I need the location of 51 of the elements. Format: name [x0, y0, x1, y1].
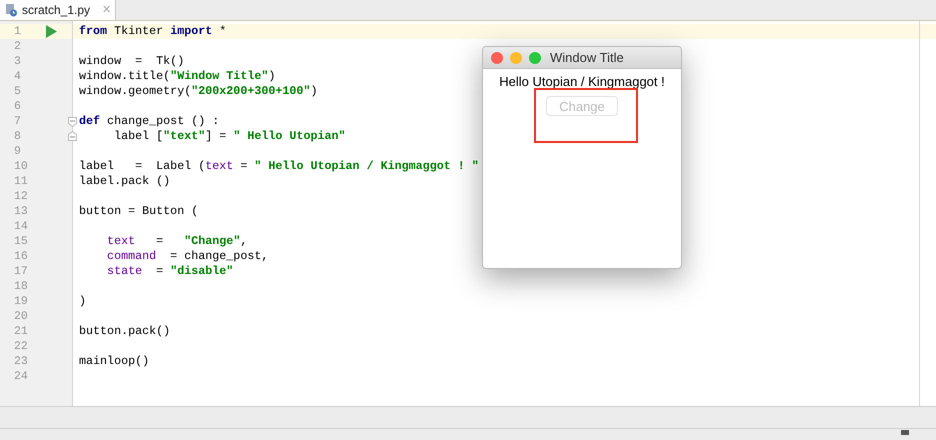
line-number: 1: [14, 24, 21, 40]
line-number: 16: [14, 248, 28, 265]
line-number: 13: [14, 204, 28, 220]
line-number: 8: [14, 128, 21, 145]
code-line: label = Label (text = " Hello Utopian / Kingmaggot ! ": [79, 159, 479, 174]
file-tab[interactable]: scratch_1.py ✕: [0, 0, 116, 20]
code-line: command = change_post,: [106, 249, 268, 264]
line-number: 11: [14, 174, 28, 190]
window-title: Window Title: [550, 48, 624, 67]
code-line: button = Button (: [79, 204, 198, 219]
code-line: ): [79, 294, 86, 309]
fold-icon[interactable]: [68, 117, 77, 127]
line-number: 22: [14, 338, 28, 355]
code-line: state = "disable": [106, 264, 234, 279]
zoom-button[interactable]: [529, 52, 541, 64]
hello-label: Hello Utopian / Kingmaggot !: [499, 73, 665, 91]
line-number: 20: [14, 308, 28, 325]
line-number: 23: [14, 354, 28, 370]
tab-label: scratch_1.py: [22, 2, 90, 19]
line-number: 3: [14, 54, 21, 70]
line-number: 7: [14, 114, 21, 130]
code-line: button.pack(): [79, 324, 170, 339]
fold-icon[interactable]: [68, 131, 77, 141]
line-number: 17: [14, 264, 28, 280]
run-icon[interactable]: [45, 25, 57, 38]
python-file-icon: [4, 3, 18, 17]
line-number: 18: [14, 278, 28, 295]
line-number: 14: [14, 218, 28, 235]
line-number: 19: [14, 294, 28, 310]
status-bar-icon[interactable]: [900, 429, 910, 435]
code-line: label.pack (): [79, 174, 170, 189]
close-button[interactable]: [491, 52, 503, 64]
close-icon[interactable]: ✕: [102, 2, 111, 18]
line-number: 5: [14, 84, 21, 100]
line-number: 6: [14, 98, 21, 115]
code-line: window = Tk(): [79, 54, 184, 69]
line-number: 4: [14, 68, 21, 85]
code-line: label ["text"] = " Hello Utopian": [113, 129, 346, 144]
code-line: from Tkinter import *: [79, 24, 226, 39]
code-line: window.title("Window Title"): [79, 69, 276, 84]
line-number: 24: [14, 368, 28, 385]
line-number: 15: [14, 234, 28, 250]
code-line: text = "Change",: [106, 234, 248, 249]
code-line: mainloop(): [79, 354, 150, 369]
line-number: 21: [14, 324, 28, 340]
line-number: 2: [14, 38, 21, 55]
line-number: 12: [14, 188, 28, 205]
line-number: 10: [14, 158, 28, 175]
line-number: 9: [14, 144, 21, 160]
code-line: window.geometry("200x200+300+100"): [79, 84, 318, 99]
code-line: def change_post () :: [79, 114, 220, 129]
